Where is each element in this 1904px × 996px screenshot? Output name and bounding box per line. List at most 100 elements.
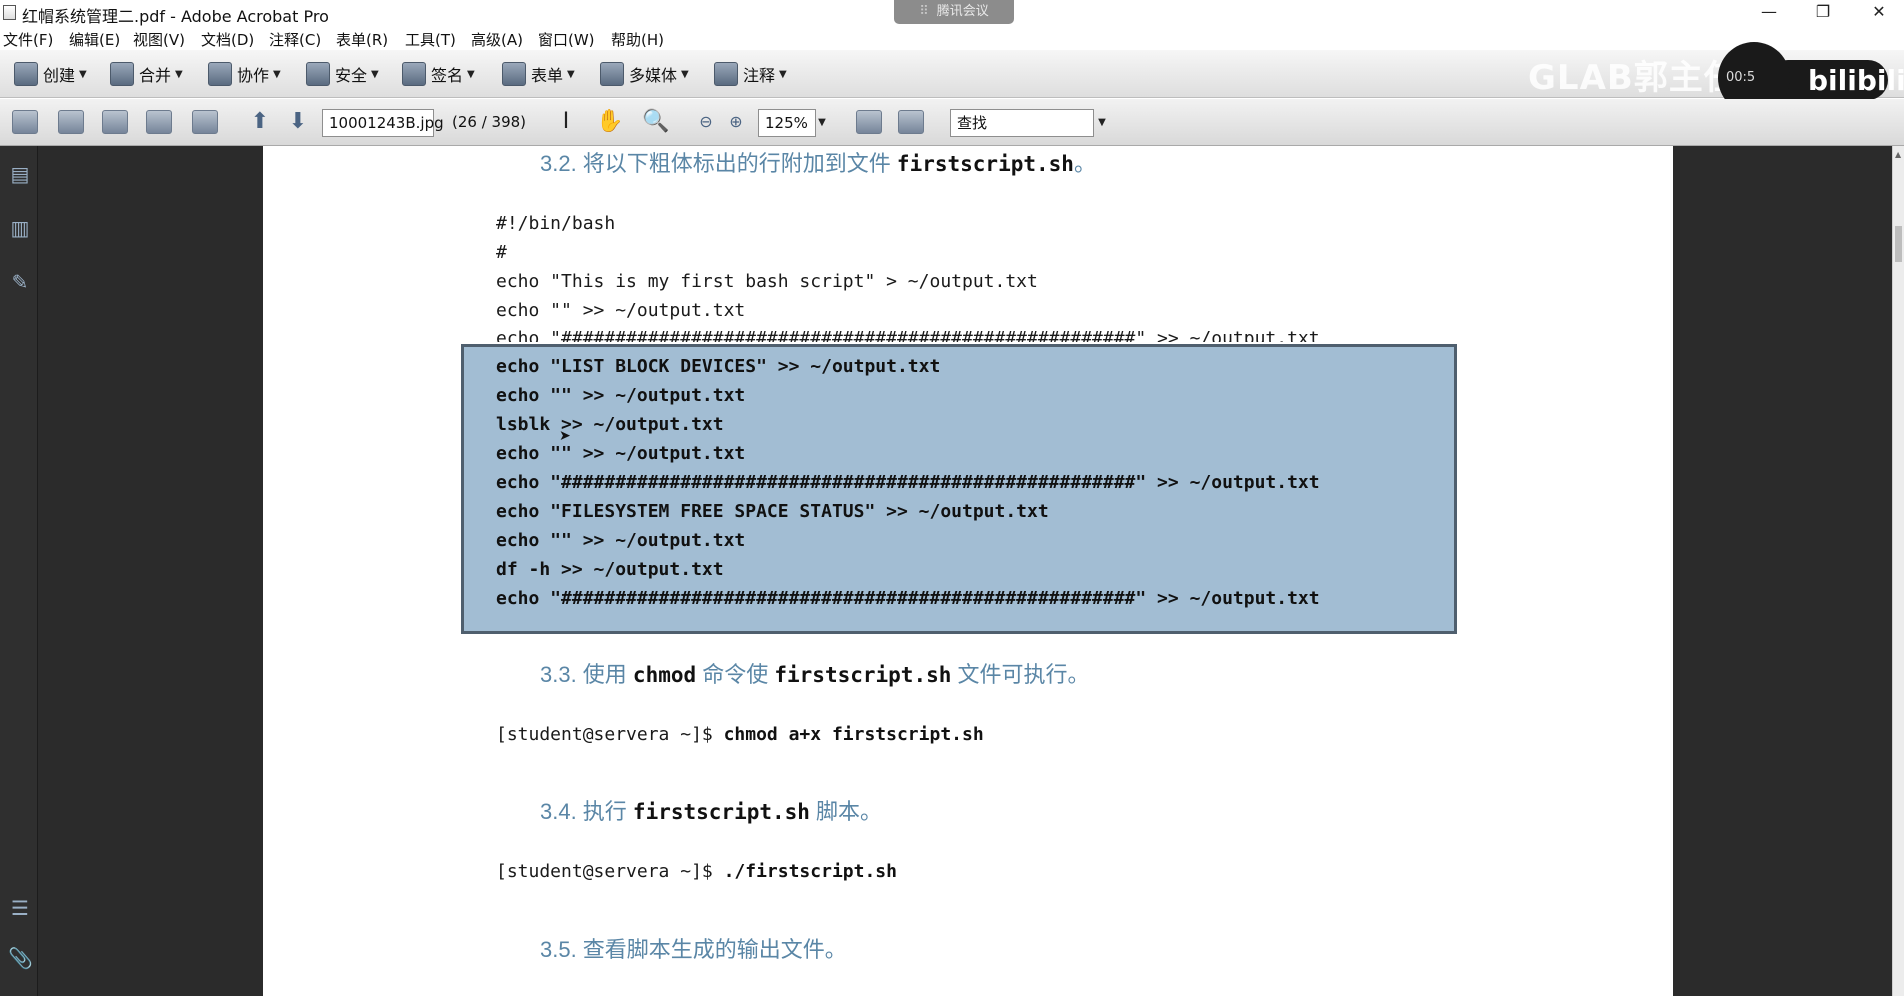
combine-button[interactable]: 合并 ▼ — [110, 60, 183, 88]
collaborate-button[interactable]: 协作 ▼ — [208, 60, 281, 88]
combine-files-icon — [110, 62, 134, 86]
bold-script-line: echo "" >> ~/output.txt — [496, 530, 746, 551]
zoom-level-field[interactable]: 125% — [758, 109, 816, 137]
vertical-scrollbar[interactable]: ▲ — [1892, 146, 1904, 996]
heading-3-3-mid: 命令使 — [696, 662, 775, 687]
drag-handle-icon: ⠿ — [919, 4, 929, 19]
comment-icon — [714, 62, 738, 86]
combine-label: 合并 — [139, 66, 172, 85]
select-tool-button[interactable]: I — [554, 110, 582, 136]
fit-width-icon — [856, 110, 882, 134]
chevron-down-icon: ▼ — [175, 68, 183, 80]
chevron-down-icon: ▼ — [273, 68, 281, 80]
chevron-down-icon: ▼ — [818, 117, 826, 128]
zoom-in-button[interactable]: ⊕ — [724, 110, 752, 136]
heading-3-4-suffix: 脚本。 — [809, 799, 883, 824]
printer-icon — [58, 110, 84, 134]
floppy-icon — [102, 110, 128, 134]
menu-forms[interactable]: 表单(R) — [336, 29, 388, 50]
text-cursor-icon: I — [562, 109, 570, 134]
menu-edit[interactable]: 编辑(E) — [69, 29, 120, 50]
shell-prompt: [student@servera ~]$ — [496, 724, 724, 745]
bookmarks-panel-icon[interactable]: ▥ — [8, 216, 32, 242]
acrobat-document-icon — [3, 5, 16, 20]
scroll-up-icon[interactable]: ▲ — [1895, 150, 1901, 159]
arrow-up-icon: ⬆ — [250, 109, 270, 134]
scrollbar-thumb[interactable] — [1895, 226, 1902, 262]
heading-3-3-filename: firstscript.sh — [774, 663, 952, 687]
bold-script-line: echo "" >> ~/output.txt — [496, 443, 746, 464]
menu-help[interactable]: 帮助(H) — [611, 29, 664, 50]
sign-button[interactable]: 签名 ▼ — [402, 60, 475, 88]
chevron-down-icon: ▼ — [79, 68, 87, 80]
minus-circle-icon: ⊖ — [699, 112, 713, 131]
pen-icon — [402, 62, 426, 86]
minimize-button[interactable]: — — [1746, 0, 1792, 26]
fit-width-button[interactable] — [856, 110, 884, 136]
navigation-pane: ▤ ▥ ✎ ☰ 📎 — [0, 146, 38, 996]
shell-command: chmod a+x firstscript.sh — [723, 724, 984, 745]
create-label: 创建 — [43, 66, 76, 85]
window-title: 红帽系统管理二.pdf - Adobe Acrobat Pro — [22, 7, 329, 26]
open-button[interactable] — [12, 110, 40, 136]
command-line-3-3: [student@servera ~]$ chmod a+x firstscri… — [496, 724, 984, 745]
email-button[interactable] — [146, 110, 174, 136]
menu-tools[interactable]: 工具(T) — [405, 29, 456, 50]
zoom-dropdown-button[interactable]: ▼ — [814, 109, 830, 137]
hand-tool-button[interactable]: ✋ — [596, 110, 624, 136]
previous-page-button[interactable]: ⬆ — [248, 110, 276, 136]
save-button[interactable] — [102, 110, 130, 136]
heading-3-2-filename: firstscript.sh — [896, 152, 1074, 176]
pages-panel-icon[interactable]: ▤ — [8, 162, 32, 188]
bold-script-line: echo "FILESYSTEM FREE SPACE STATUS" >> ~… — [496, 501, 1049, 522]
menu-advanced[interactable]: 高级(A) — [471, 29, 523, 50]
heading-3-3-suffix: 文件可执行。 — [951, 662, 1090, 687]
secure-button[interactable]: 安全 ▼ — [306, 60, 379, 88]
script-line: echo "##################################… — [496, 328, 1320, 342]
comment-label: 注释 — [743, 66, 776, 85]
zoom-tool-button[interactable]: 🔍 — [642, 110, 670, 136]
multimedia-label: 多媒体 — [629, 66, 678, 85]
meeting-indicator[interactable]: ⠿ 腾讯会议 — [894, 0, 1014, 24]
heading-3-5: 3.5. 查看脚本生成的输出文件。 — [540, 937, 847, 962]
close-button[interactable]: ✕ — [1856, 0, 1902, 26]
collaborate-label: 协作 — [237, 66, 270, 85]
heading-3-3: 3.3. 使用 chmod 命令使 firstscript.sh 文件可执行。 — [540, 657, 1090, 689]
restore-button[interactable]: ❐ — [1800, 0, 1846, 26]
create-button[interactable]: 创建 ▼ — [14, 60, 87, 88]
script-line: echo "" >> ~/output.txt — [496, 300, 746, 321]
signatures-panel-icon[interactable]: ✎ — [8, 270, 32, 296]
search-input[interactable]: 查找 — [950, 109, 1094, 137]
menu-comments[interactable]: 注释(C) — [269, 29, 321, 50]
menu-view[interactable]: 视图(V) — [133, 29, 185, 50]
email-icon — [146, 110, 172, 134]
chevron-down-icon: ▼ — [779, 68, 787, 80]
forms-label: 表单 — [531, 66, 564, 85]
web-button[interactable] — [192, 110, 220, 136]
multimedia-button[interactable]: 多媒体 ▼ — [600, 60, 689, 88]
heading-3-4-filename: firstscript.sh — [632, 800, 810, 824]
video-time: 00:5 — [1726, 70, 1756, 85]
bold-script-line: echo "" >> ~/output.txt — [496, 385, 746, 406]
print-button[interactable] — [58, 110, 86, 136]
search-dropdown-button[interactable]: ▼ — [1094, 109, 1110, 137]
zoom-out-button[interactable]: ⊖ — [694, 110, 722, 136]
comments-panel-icon[interactable]: ☰ — [8, 896, 32, 922]
fit-page-button[interactable] — [898, 110, 926, 136]
menu-document[interactable]: 文档(D) — [201, 29, 254, 50]
script-line: echo "This is my first bash script" > ~/… — [496, 271, 1038, 292]
fit-page-icon — [898, 110, 924, 134]
page-name-field[interactable]: 10001243B.jpg — [322, 109, 444, 137]
watermark-text: GLAB郭主任 — [1528, 58, 1739, 98]
comment-button[interactable]: 注释 ▼ — [714, 60, 787, 88]
secure-label: 安全 — [335, 66, 368, 85]
bold-script-line: echo "##################################… — [496, 472, 1320, 493]
form-icon — [502, 62, 526, 86]
title-bar: 红帽系统管理二.pdf - Adobe Acrobat Pro ⠿ 腾讯会议 — … — [0, 0, 1904, 26]
attachment-icon[interactable]: 📎 — [8, 946, 33, 972]
menu-window[interactable]: 窗口(W) — [538, 29, 595, 50]
menu-file[interactable]: 文件(F) — [3, 29, 53, 50]
next-page-button[interactable]: ⬇ — [286, 110, 314, 136]
page-count: (26 / 398) — [452, 113, 527, 131]
forms-button[interactable]: 表单 ▼ — [502, 60, 575, 88]
